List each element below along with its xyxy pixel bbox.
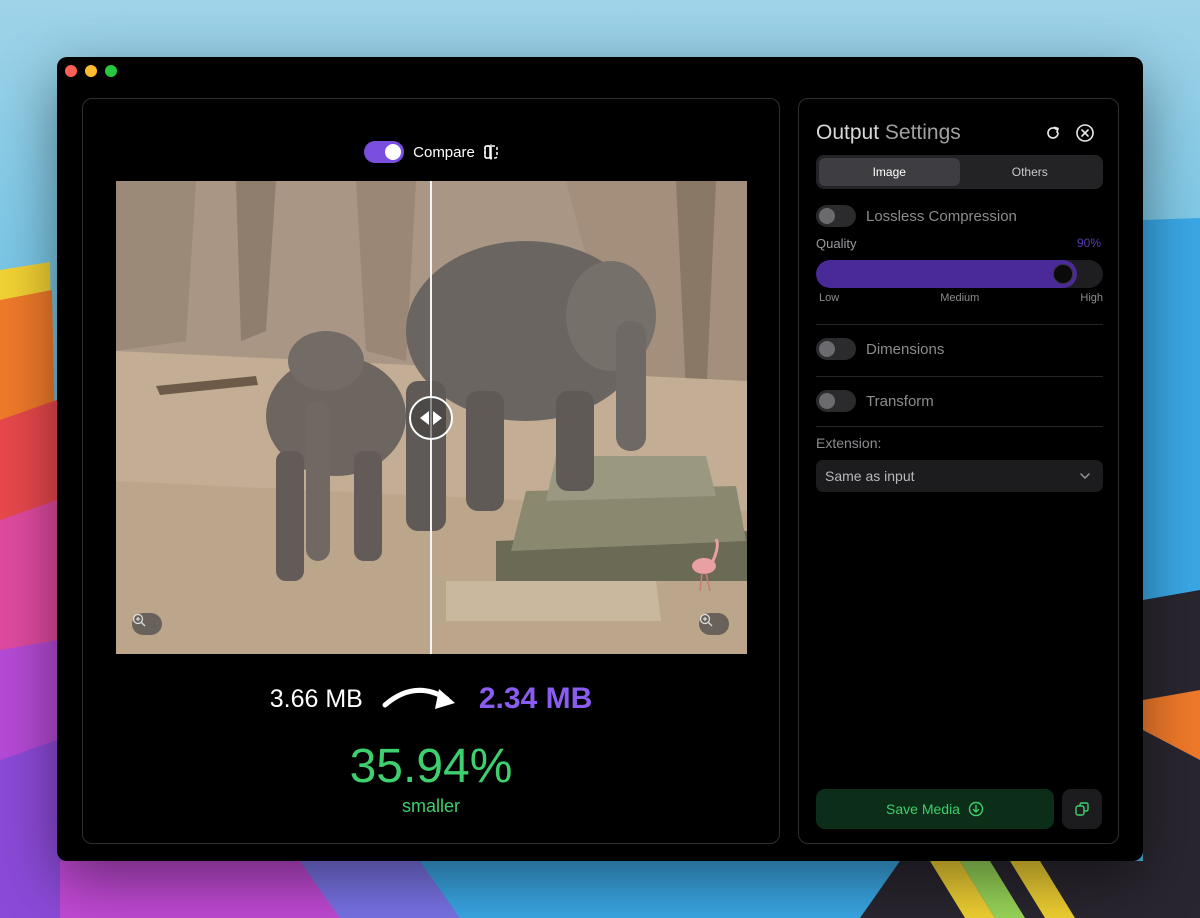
dimensions-row: Dimensions bbox=[816, 338, 944, 360]
compressed-size: 2.34 MB bbox=[478, 682, 593, 715]
close-circle-icon[interactable] bbox=[1075, 123, 1095, 143]
chevron-down-icon bbox=[1080, 473, 1090, 479]
output-settings-panel: Output Settings Image Others Lossless Co… bbox=[798, 98, 1119, 844]
download-circle-icon bbox=[968, 801, 984, 817]
divider bbox=[816, 426, 1103, 427]
transform-toggle[interactable] bbox=[816, 390, 856, 412]
quality-value: 90% bbox=[1076, 236, 1101, 250]
quality-tick-high: High bbox=[1080, 292, 1103, 304]
dimensions-toggle[interactable] bbox=[816, 338, 856, 360]
zoom-in-icon bbox=[699, 613, 713, 627]
copy-button[interactable] bbox=[1062, 789, 1102, 829]
divider bbox=[816, 376, 1103, 377]
original-size: 3.66 MB bbox=[269, 684, 363, 713]
size-comparison: 3.66 MB 2.34 MB bbox=[83, 681, 779, 717]
close-window-button[interactable] bbox=[65, 65, 77, 77]
reduction-caption: smaller bbox=[401, 796, 460, 816]
quality-tick-low: Low bbox=[819, 292, 840, 304]
quality-slider-fill bbox=[816, 260, 1078, 288]
window-controls bbox=[65, 65, 117, 77]
refresh-icon[interactable] bbox=[1043, 123, 1063, 143]
compare-handle[interactable] bbox=[409, 396, 453, 440]
copy-icon bbox=[1075, 802, 1089, 816]
extension-selected: Same as input bbox=[825, 468, 915, 484]
quality-slider-knob[interactable] bbox=[1053, 264, 1074, 284]
zoom-compressed-button[interactable] bbox=[699, 613, 729, 635]
dimensions-label: Dimensions bbox=[866, 340, 945, 358]
lossless-row: Lossless Compression bbox=[816, 205, 1017, 227]
zoom-window-button[interactable] bbox=[105, 65, 117, 77]
reduction-percent: 35.94% bbox=[349, 740, 513, 793]
quality-label: Quality bbox=[816, 236, 857, 251]
divider bbox=[816, 324, 1103, 325]
compare-controls: Compare bbox=[83, 141, 779, 163]
arrow-right-icon bbox=[433, 411, 442, 425]
preview-panel: Compare 3.66 MB 2.34 MB 35.94% smaller bbox=[82, 98, 780, 844]
curved-arrow-icon bbox=[382, 687, 455, 709]
tab-image[interactable]: Image bbox=[819, 158, 960, 186]
transform-label: Transform bbox=[866, 392, 934, 410]
image-compare-view[interactable] bbox=[116, 181, 747, 654]
lossless-toggle[interactable] bbox=[816, 205, 856, 227]
quality-tick-medium: Medium bbox=[940, 292, 980, 304]
lossless-label: Lossless Compression bbox=[866, 207, 1017, 225]
transform-row: Transform bbox=[816, 390, 934, 412]
save-media-label: Save Media bbox=[886, 801, 960, 817]
extension-select[interactable]: Same as input bbox=[816, 460, 1103, 492]
zoom-original-button[interactable] bbox=[132, 613, 162, 635]
tab-others[interactable]: Others bbox=[960, 158, 1101, 186]
compare-label: Compare bbox=[413, 143, 475, 161]
compare-toggle[interactable] bbox=[364, 141, 405, 163]
minimize-window-button[interactable] bbox=[85, 65, 97, 77]
quality-slider[interactable] bbox=[816, 260, 1103, 288]
split-view-icon[interactable] bbox=[484, 144, 498, 160]
app-window: Compare 3.66 MB 2.34 MB 35.94% smaller O… bbox=[57, 57, 1143, 861]
zoom-in-icon bbox=[132, 613, 146, 627]
settings-title: Output Settings bbox=[816, 121, 961, 144]
extension-label: Extension: bbox=[816, 435, 882, 451]
quality-ticks: Low Medium High bbox=[819, 292, 1103, 304]
arrow-left-icon bbox=[420, 411, 429, 425]
settings-tabs: Image Others bbox=[816, 155, 1103, 189]
save-media-button[interactable]: Save Media bbox=[816, 789, 1054, 829]
